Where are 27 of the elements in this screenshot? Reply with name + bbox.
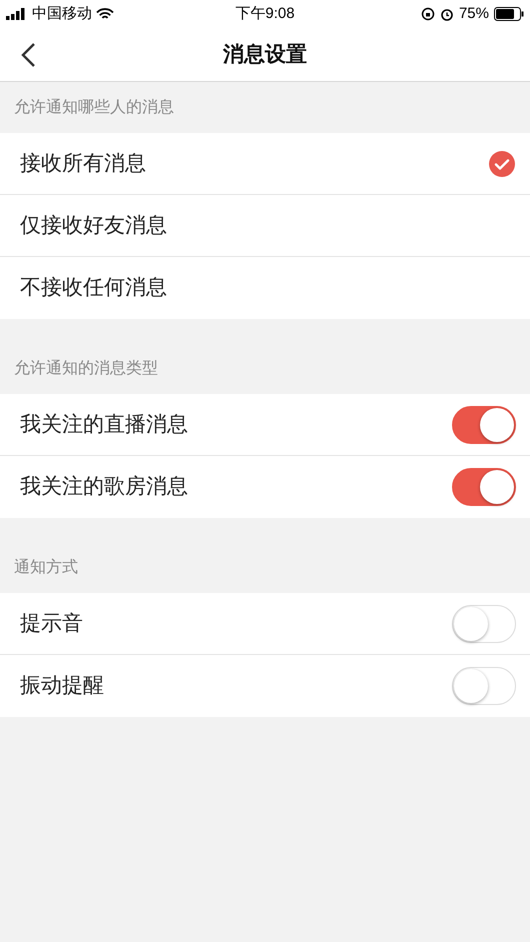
settings-row[interactable]: 振动提醒 bbox=[0, 655, 530, 717]
toggle-switch[interactable] bbox=[452, 468, 516, 506]
clock-time: 下午9:08 bbox=[235, 4, 295, 24]
row-label: 提示音 bbox=[20, 610, 83, 637]
row-label: 仅接收好友消息 bbox=[20, 212, 167, 239]
row-label: 接收所有消息 bbox=[20, 150, 146, 177]
section-header: 允许通知的消息类型 bbox=[14, 358, 158, 379]
carrier-name: 中国移动 bbox=[32, 4, 92, 24]
settings-row[interactable]: 我关注的歌房消息 bbox=[0, 456, 530, 518]
row-label: 我关注的直播消息 bbox=[20, 412, 188, 438]
toggle-switch[interactable] bbox=[452, 406, 516, 444]
row-label: 不接收任何消息 bbox=[20, 275, 167, 302]
alarm-icon bbox=[440, 7, 454, 21]
settings-row[interactable]: 仅接收好友消息 bbox=[0, 195, 530, 257]
row-label: 振动提醒 bbox=[20, 673, 104, 700]
row-label: 我关注的歌房消息 bbox=[20, 474, 188, 500]
page-title: 消息设置 bbox=[223, 42, 307, 68]
wifi-icon bbox=[96, 8, 114, 20]
rotation-lock-icon bbox=[420, 7, 435, 21]
battery-icon bbox=[494, 7, 524, 21]
section-header: 通知方式 bbox=[14, 558, 78, 578]
settings-row[interactable]: 提示音 bbox=[0, 593, 530, 655]
battery-percent: 75% bbox=[458, 4, 489, 24]
settings-row[interactable]: 不接收任何消息 bbox=[0, 257, 530, 319]
section-header: 允许通知哪些人的消息 bbox=[14, 98, 174, 118]
settings-row[interactable]: 我关注的直播消息 bbox=[0, 394, 530, 456]
settings-row[interactable]: 接收所有消息 bbox=[0, 133, 530, 195]
